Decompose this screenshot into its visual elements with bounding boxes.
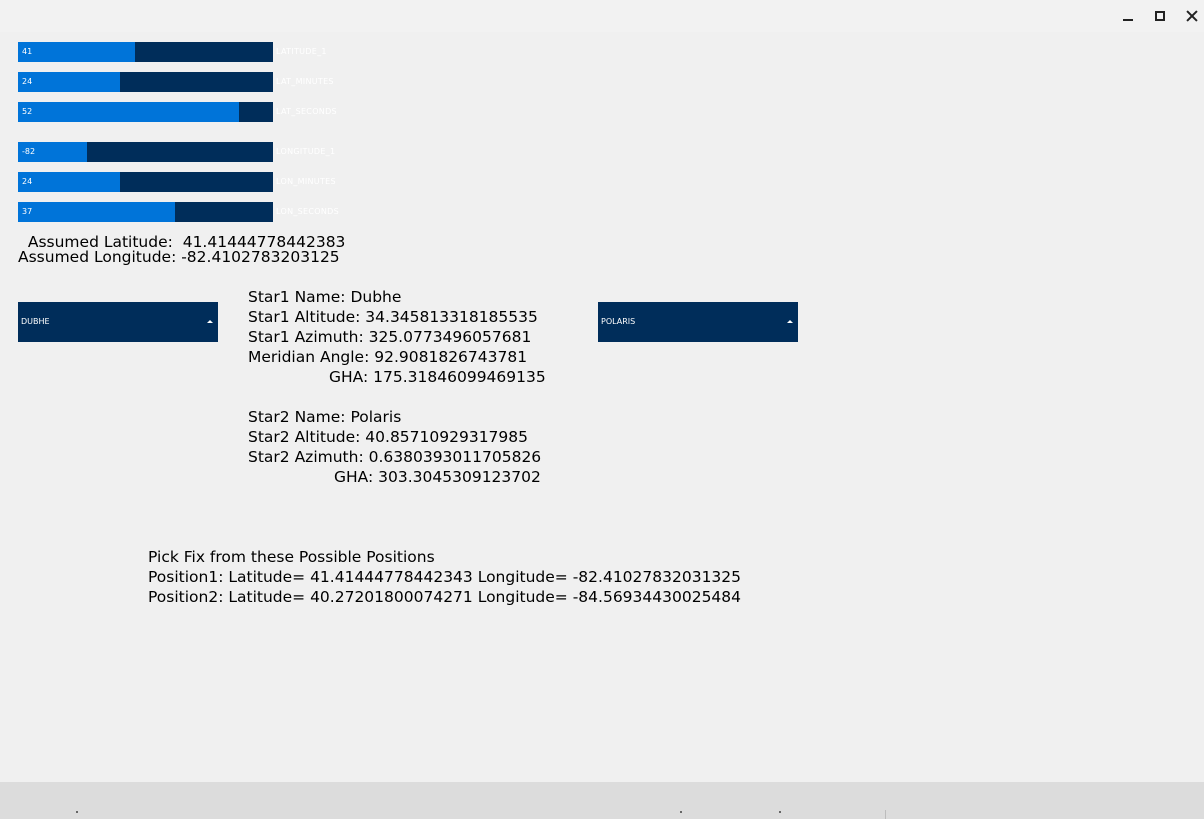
star2-name: Star2 Name: Polaris <box>248 408 402 426</box>
slider-label-longitude-1: LONGITUDE_1 <box>276 147 336 156</box>
star2-altitude: Star2 Altitude: 40.85710929317985 <box>248 428 529 446</box>
slider-label-lat-minutes: LAT_MINUTES <box>276 77 334 86</box>
status-bar <box>0 782 1204 819</box>
slider-lon-minutes[interactable]: 24 <box>18 172 273 192</box>
slider-label-latitude-1: LATITUDE_1 <box>276 47 327 56</box>
star1-dropdown[interactable]: DUBHE <box>18 302 218 342</box>
fix-position-2: Position2: Latitude= 40.27201800074271 L… <box>148 588 742 606</box>
sketch-canvas: 41 LATITUDE_1 24 LAT_MINUTES 52 LAT_SECO… <box>0 32 1200 782</box>
fix-heading: Pick Fix from these Possible Positions <box>148 548 435 566</box>
slider-value: -82 <box>22 147 36 156</box>
fix-position-1: Position1: Latitude= 41.41444778442343 L… <box>148 568 742 586</box>
slider-fill <box>18 172 120 192</box>
star2-dropdown-label: POLARIS <box>601 317 636 326</box>
minimize-icon[interactable] <box>1120 8 1136 24</box>
star1-gha: GHA: 175.31846099469135 <box>329 368 546 386</box>
title-bar <box>0 0 1204 32</box>
slider-lon-seconds[interactable]: 37 <box>18 202 273 222</box>
slider-label-lon-seconds: LON_SECONDS <box>276 207 339 216</box>
maximize-icon[interactable] <box>1152 8 1168 24</box>
star2-azimuth: Star2 Azimuth: 0.6380393011705826 <box>248 448 542 466</box>
assumed-longitude: Assumed Longitude: -82.4102783203125 <box>18 248 340 266</box>
slider-longitude-1[interactable]: -82 <box>18 142 273 162</box>
slider-label-lat-seconds: LAT_SECONDS <box>276 107 337 116</box>
star1-altitude: Star1 Altitude: 34.345813318185535 <box>248 308 538 326</box>
slider-fill <box>18 202 176 222</box>
status-dot <box>76 811 78 813</box>
slider-lat-seconds[interactable]: 52 <box>18 102 273 122</box>
star1-meridian-angle: Meridian Angle: 92.9081826743781 <box>248 348 528 366</box>
status-separator <box>885 810 886 819</box>
star1-azimuth: Star1 Azimuth: 325.0773496057681 <box>248 328 532 346</box>
slider-value: 52 <box>22 107 33 116</box>
slider-fill <box>18 72 120 92</box>
status-dot <box>680 811 682 813</box>
star1-name: Star1 Name: Dubhe <box>248 288 402 306</box>
caret-up-icon <box>787 320 793 323</box>
star1-dropdown-label: DUBHE <box>21 317 50 326</box>
caret-up-icon <box>207 320 213 323</box>
star2-dropdown[interactable]: POLARIS <box>598 302 798 342</box>
slider-value: 37 <box>22 207 33 216</box>
star2-gha: GHA: 303.3045309123702 <box>334 468 541 486</box>
slider-value: 41 <box>22 47 33 56</box>
close-icon[interactable] <box>1184 8 1200 24</box>
slider-fill <box>18 102 240 122</box>
slider-label-lon-minutes: LON_MINUTES <box>276 177 336 186</box>
slider-fill <box>18 42 136 62</box>
slider-latitude-1[interactable]: 41 <box>18 42 273 62</box>
slider-value: 24 <box>22 77 33 86</box>
slider-lat-minutes[interactable]: 24 <box>18 72 273 92</box>
status-dot <box>779 811 781 813</box>
slider-value: 24 <box>22 177 33 186</box>
